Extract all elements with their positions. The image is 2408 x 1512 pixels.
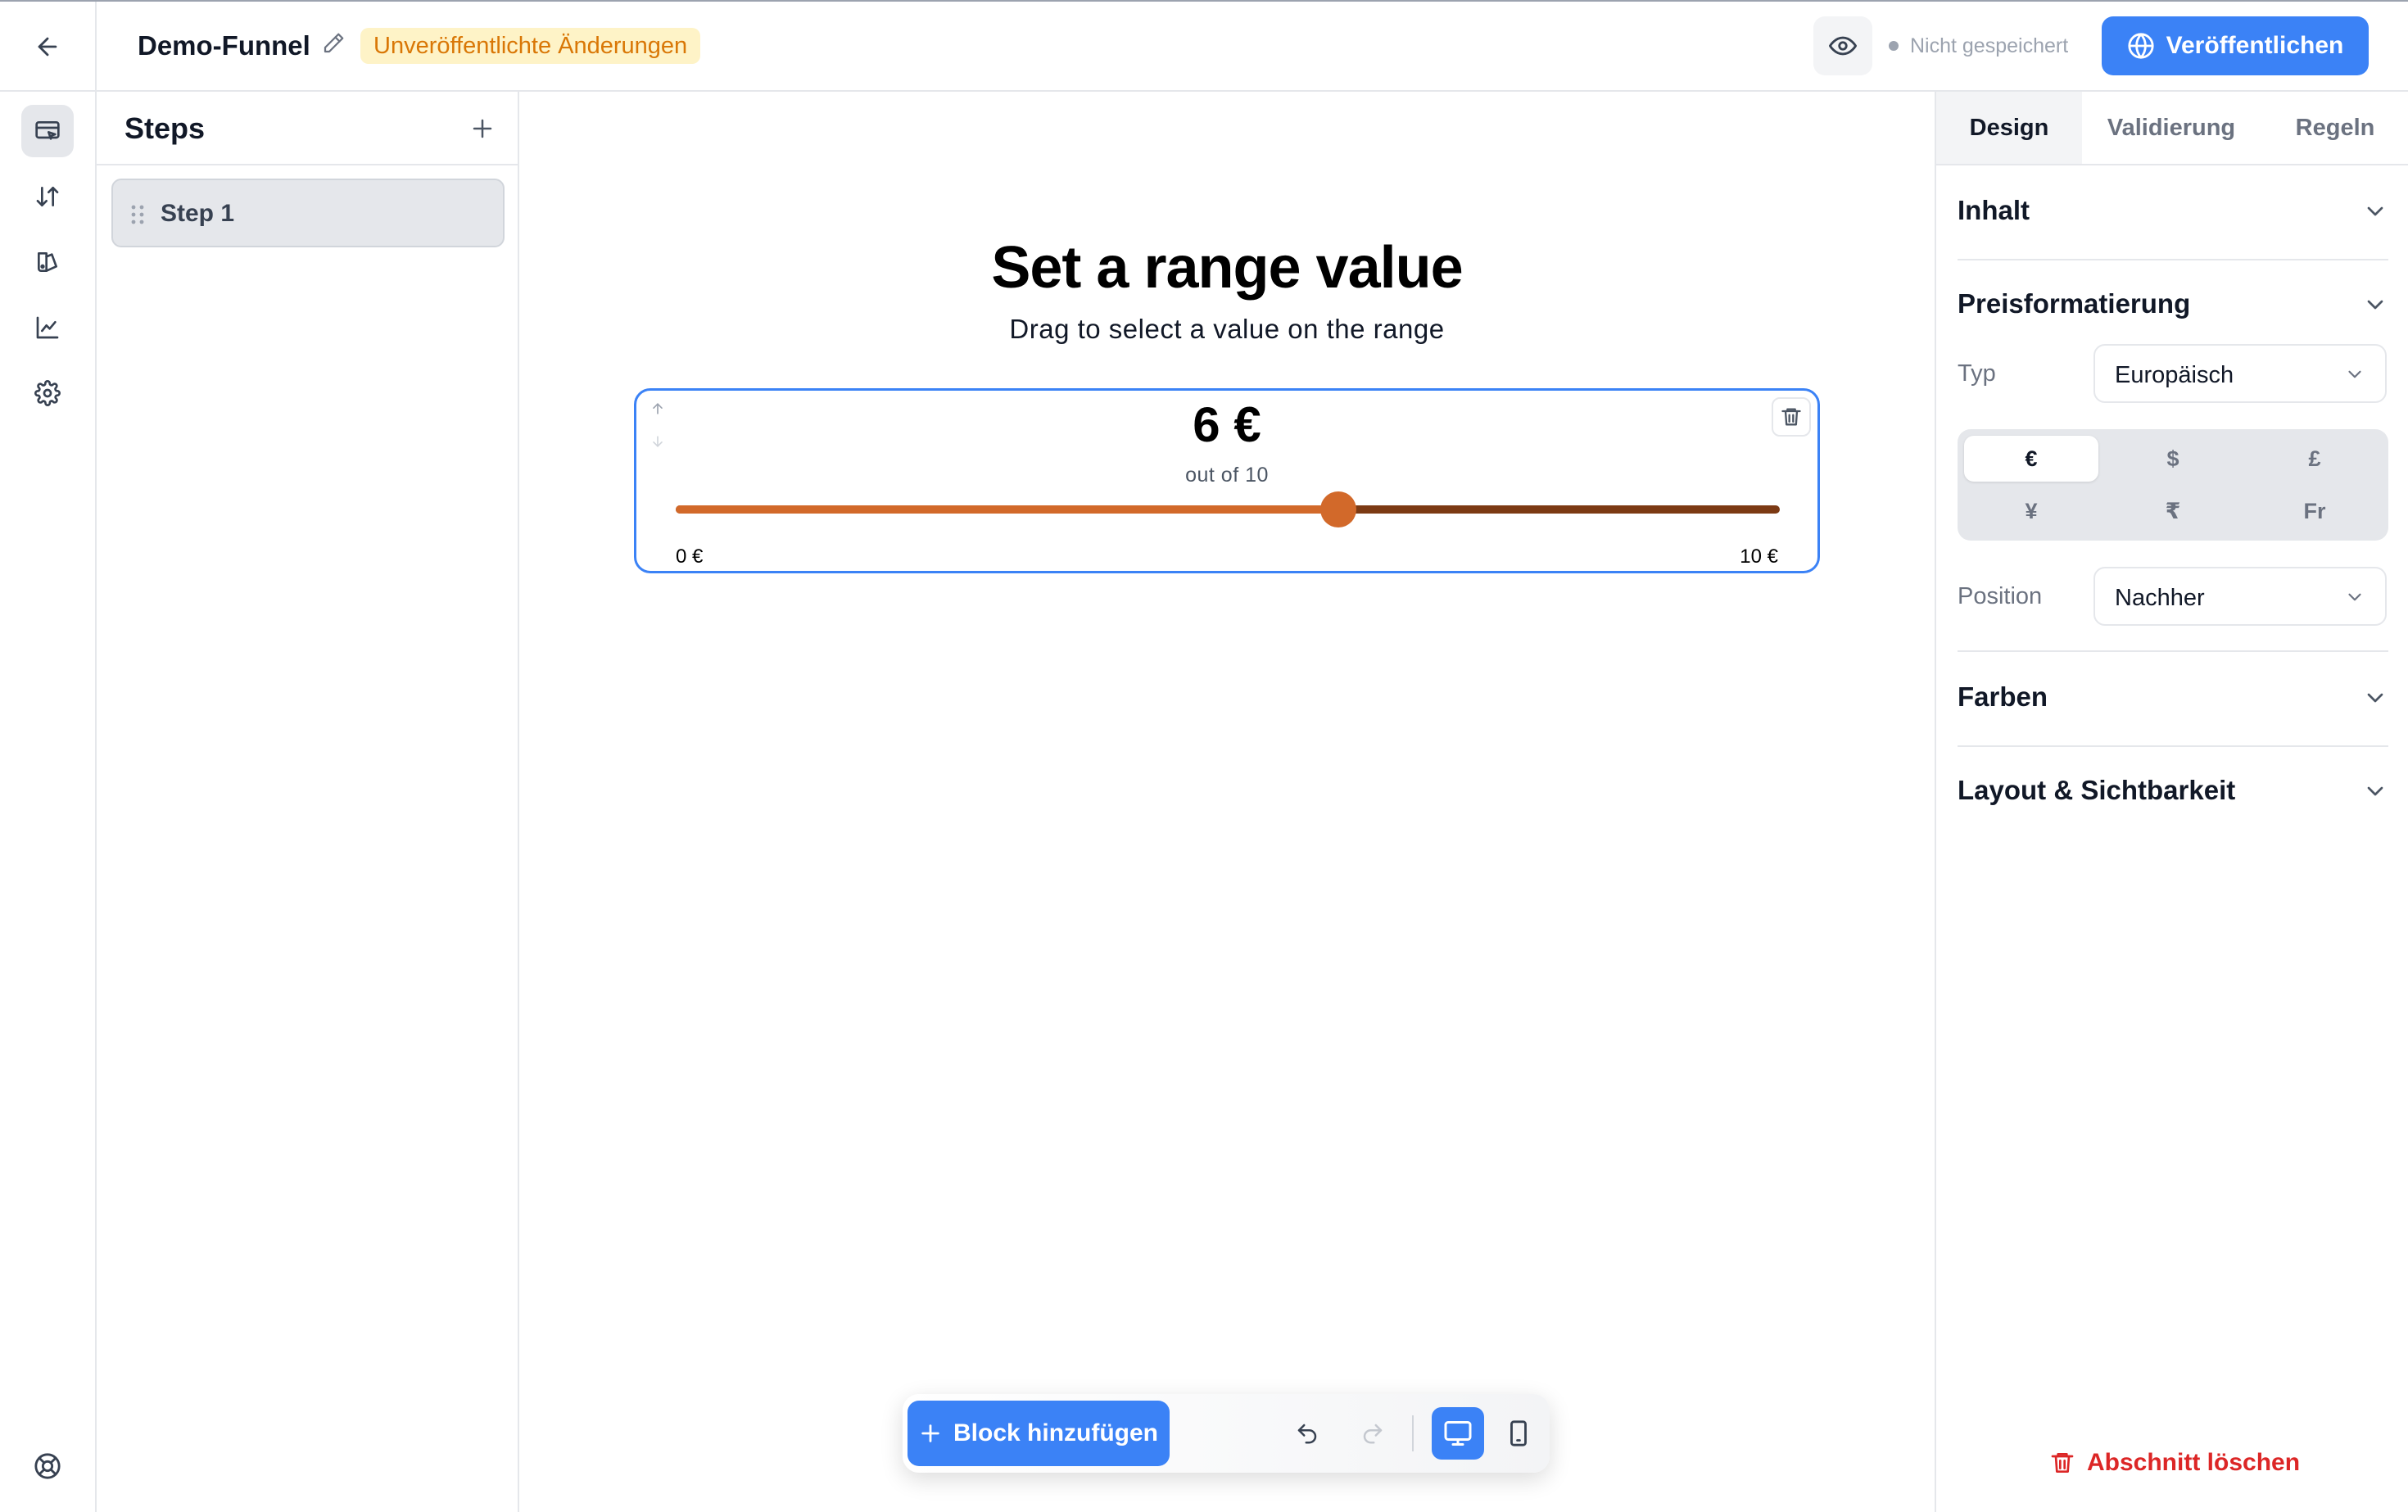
step-label: Step 1 [161, 200, 235, 227]
section-preisformatierung-title: Preisformatierung [1958, 288, 2191, 319]
arrow-left-icon [38, 37, 57, 57]
left-icon-rail [0, 92, 97, 1512]
rail-help-button[interactable] [21, 1440, 74, 1492]
chevron-down-icon [2367, 786, 2383, 796]
toolbar-divider [1412, 1415, 1414, 1451]
currency-option[interactable]: ₹ [2106, 488, 2240, 534]
editor-canvas: Set a range value Drag to select a value… [519, 92, 1935, 1512]
mobile-view-button[interactable] [1492, 1407, 1545, 1460]
rail-settings-button[interactable] [21, 367, 74, 419]
step-item[interactable]: Step 1 [111, 179, 505, 247]
tab-regeln[interactable]: Regeln [2261, 92, 2408, 164]
slider-track[interactable] [676, 491, 1780, 527]
tab-design[interactable]: Design [1936, 92, 2082, 164]
position-label: Position [1958, 583, 2043, 609]
rail-analytics-button[interactable] [21, 301, 74, 354]
top-bar: Demo-Funnel Unveröffentlichte Änderungen… [0, 0, 2408, 92]
typ-label: Typ [1958, 360, 1996, 387]
bottom-toolbar: Block hinzufügen [903, 1394, 1550, 1473]
chevron-down-icon [2367, 206, 2383, 216]
phone-icon [1510, 1420, 1527, 1446]
currency-option[interactable]: Fr [2247, 488, 2382, 534]
drag-handle-icon[interactable] [129, 203, 146, 226]
section-layout-sichtbarkeit[interactable]: Layout & Sichtbarkeit [1958, 747, 2388, 840]
range-out-of: out of 10 [1185, 464, 1269, 487]
section-farben-title: Farben [1958, 681, 2048, 712]
rename-button[interactable] [321, 31, 349, 59]
currency-option[interactable]: $ [2106, 436, 2240, 482]
currency-selector: € $ £ ¥ ₹ Fr [1958, 429, 2388, 541]
currency-option[interactable]: ¥ [1964, 488, 2098, 534]
position-select-value: Nachher [2115, 585, 2205, 611]
theme-icon [38, 252, 57, 272]
plus-icon [921, 1424, 939, 1442]
analytics-chart-icon [36, 316, 59, 339]
delete-section-button[interactable]: Abschnitt löschen [2049, 1443, 2300, 1483]
typ-select[interactable]: Europäisch [2093, 344, 2387, 403]
section-inhalt[interactable]: Inhalt [1958, 167, 2388, 260]
add-block-label: Block hinzufügen [953, 1419, 1158, 1446]
section-layout-title: Layout & Sichtbarkeit [1958, 775, 2236, 805]
desktop-view-button[interactable] [1432, 1407, 1484, 1460]
eye-icon [1829, 36, 1857, 56]
typ-select-value: Europäisch [2115, 362, 2234, 388]
chevron-down-icon [2367, 693, 2383, 703]
undo-icon [1297, 1424, 1317, 1444]
undo-button[interactable] [1284, 1410, 1330, 1456]
currency-option[interactable]: £ [2247, 436, 2382, 482]
trash-icon [2051, 1453, 2074, 1473]
section-preisformatierung[interactable]: Preisformatierung [1958, 260, 2388, 354]
section-inhalt-title: Inhalt [1958, 195, 2030, 225]
properties-tabs: Design Validierung Regeln [1936, 92, 2408, 165]
currency-option[interactable]: € [1964, 436, 2098, 482]
rail-editor-button[interactable] [21, 105, 74, 157]
sort-arrows-icon [36, 187, 59, 206]
range-current-value: 6 € [1193, 397, 1261, 452]
pencil-icon [324, 33, 344, 53]
range-slider-block[interactable]: 6 € out of 10 0 € 10 € [634, 388, 1820, 573]
globe-icon [2128, 33, 2154, 59]
section-farben[interactable]: Farben [1958, 654, 2388, 747]
steps-header: Steps [97, 92, 518, 165]
slider-thumb[interactable] [1319, 491, 1356, 527]
tab-validierung[interactable]: Validierung [2082, 92, 2261, 164]
help-lifebuoy-icon [34, 1453, 61, 1479]
chevron-down-icon [2367, 300, 2383, 310]
properties-panel: Design Validierung Regeln Inhalt Preisfo… [1935, 92, 2408, 1512]
chevron-down-icon [2348, 593, 2361, 601]
question-title[interactable]: Set a range value [519, 231, 1935, 305]
range-max-label: 10 € [1740, 545, 1778, 568]
position-select[interactable]: Nachher [2093, 567, 2387, 626]
editor-icon [35, 121, 60, 140]
status-dot-icon [1889, 41, 1899, 51]
save-status: Nicht gespeichert [1889, 31, 2068, 61]
add-block-button[interactable]: Block hinzufügen [908, 1401, 1170, 1466]
redo-button[interactable] [1350, 1410, 1396, 1456]
unsaved-changes-badge: Unveröffentlichte Änderungen [360, 28, 701, 64]
publish-label: Veröffentlichen [2166, 32, 2344, 59]
delete-section-label: Abschnitt löschen [2087, 1449, 2301, 1476]
range-min-label: 0 € [676, 545, 704, 568]
funnel-name[interactable]: Demo-Funnel [138, 26, 310, 66]
monitor-icon [1444, 1421, 1472, 1446]
publish-button[interactable]: Veröffentlichen [2102, 16, 2369, 75]
rail-logic-button[interactable] [21, 170, 74, 223]
preview-button[interactable] [1813, 16, 1872, 75]
slider-fill [676, 505, 1338, 514]
question-subtitle[interactable]: Drag to select a value on the range [519, 311, 1935, 347]
back-button[interactable] [0, 2, 97, 92]
plus-icon [473, 119, 492, 138]
rail-theme-button[interactable] [21, 236, 74, 288]
chevron-down-icon [2348, 370, 2361, 378]
settings-gear-icon [34, 380, 61, 406]
redo-icon [1363, 1424, 1383, 1444]
steps-title: Steps [124, 111, 206, 145]
add-step-button[interactable] [464, 110, 501, 147]
steps-panel: Steps Step 1 [97, 92, 519, 1512]
save-status-text: Nicht gespeichert [1910, 34, 2069, 57]
